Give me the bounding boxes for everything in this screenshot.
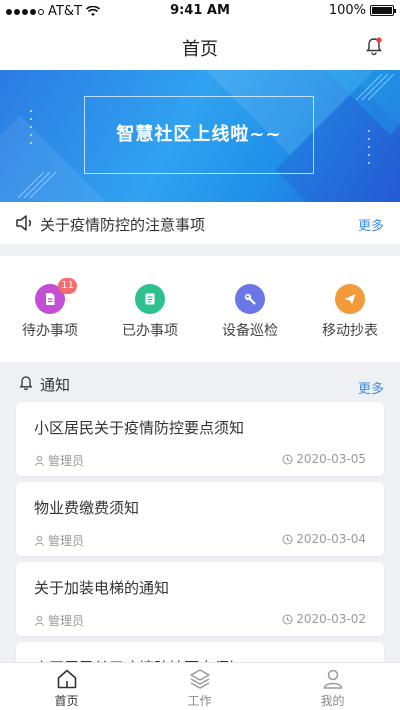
quick-action-todo[interactable]: 11 待办事项 [0, 278, 100, 340]
announcement-more-link[interactable]: 更多 [358, 215, 384, 234]
notification-card[interactable]: 关于加装电梯的通知 管理员 2020-03-02 [16, 562, 384, 636]
status-bar: AT&T 9:41 AM 100% [0, 0, 400, 22]
page-title: 首页 [182, 39, 218, 60]
tab-work[interactable]: 工作 [133, 667, 266, 709]
tab-label: 工作 [187, 694, 212, 708]
banner-headline: 智慧社区上线啦~~ [116, 124, 282, 145]
quick-action-label: 移动抄表 [322, 323, 378, 339]
quick-action-label: 设备巡检 [222, 323, 278, 339]
user-icon [323, 669, 342, 689]
notification-bell-icon[interactable] [364, 36, 384, 56]
quick-action-meter[interactable]: 移动抄表 [300, 284, 400, 340]
user-icon [35, 615, 44, 626]
notifications-more-link[interactable]: 更多 [358, 378, 384, 397]
notification-card[interactable]: 小区居民关于疫情防控要点须知 管理员 2020-03-05 [16, 402, 384, 476]
quick-action-label: 待办事项 [22, 323, 78, 339]
author-name: 管理员 [48, 454, 85, 468]
notification-title: 物业费缴费须知 [34, 499, 140, 517]
notification-title: 关于加装电梯的通知 [34, 579, 170, 597]
notification-date: 2020-03-05 [282, 452, 366, 466]
date-text: 2020-03-05 [296, 452, 366, 466]
notification-author: 管理员 [34, 452, 84, 469]
notification-author: 管理员 [34, 532, 84, 549]
layers-icon [189, 669, 210, 689]
author-name: 管理员 [48, 534, 85, 548]
bell-icon [19, 376, 33, 391]
document-icon: 11 [35, 278, 77, 314]
battery-info: 100% [328, 3, 396, 18]
section-title: 通知 [40, 376, 71, 394]
announcement-text: 关于疫情防控的注意事项 [40, 216, 206, 234]
announcement-bar[interactable]: 关于疫情防控的注意事项 更多 [0, 202, 400, 244]
clock-icon [282, 454, 293, 464]
promo-banner[interactable]: 智慧社区上线啦~~ [0, 70, 400, 202]
clock-icon [282, 614, 293, 624]
notification-title: 小区居民关于疫情防控要点须知 [34, 419, 245, 437]
quick-action-inspection[interactable]: 设备巡检 [200, 284, 300, 340]
todo-count-badge: 11 [58, 278, 77, 294]
battery-percent: 100% [328, 3, 366, 18]
tab-label: 首页 [54, 694, 79, 708]
notification-card[interactable]: 物业费缴费须知 管理员 2020-03-04 [16, 482, 384, 556]
date-text: 2020-03-04 [296, 532, 366, 546]
date-text: 2020-03-02 [296, 612, 366, 626]
quick-action-done[interactable]: 已办事项 [100, 284, 200, 340]
notification-author: 管理员 [34, 612, 84, 629]
navigation-bar: 首页 [0, 22, 400, 70]
quick-action-label: 已办事项 [122, 323, 178, 339]
tab-home[interactable]: 首页 [0, 667, 133, 709]
tab-mine[interactable]: 我的 [266, 667, 399, 709]
notification-date: 2020-03-02 [282, 612, 366, 626]
user-icon [35, 455, 44, 466]
clock-icon [282, 534, 293, 544]
user-icon [35, 535, 44, 546]
speaker-icon [16, 215, 32, 231]
quick-actions-grid: 11 待办事项 已办事项 设备巡检 移动抄表 [0, 256, 400, 362]
author-name: 管理员 [48, 614, 85, 628]
notifications-header: 通知 更多 [0, 372, 400, 398]
battery-icon [370, 5, 396, 16]
list-icon [135, 284, 165, 314]
notification-date: 2020-03-04 [282, 532, 366, 546]
tab-label: 我的 [320, 694, 345, 708]
home-icon [57, 669, 76, 689]
bottom-tab-bar: 首页 工作 我的 [0, 662, 400, 710]
send-icon [335, 284, 365, 314]
wrench-icon [235, 284, 265, 314]
